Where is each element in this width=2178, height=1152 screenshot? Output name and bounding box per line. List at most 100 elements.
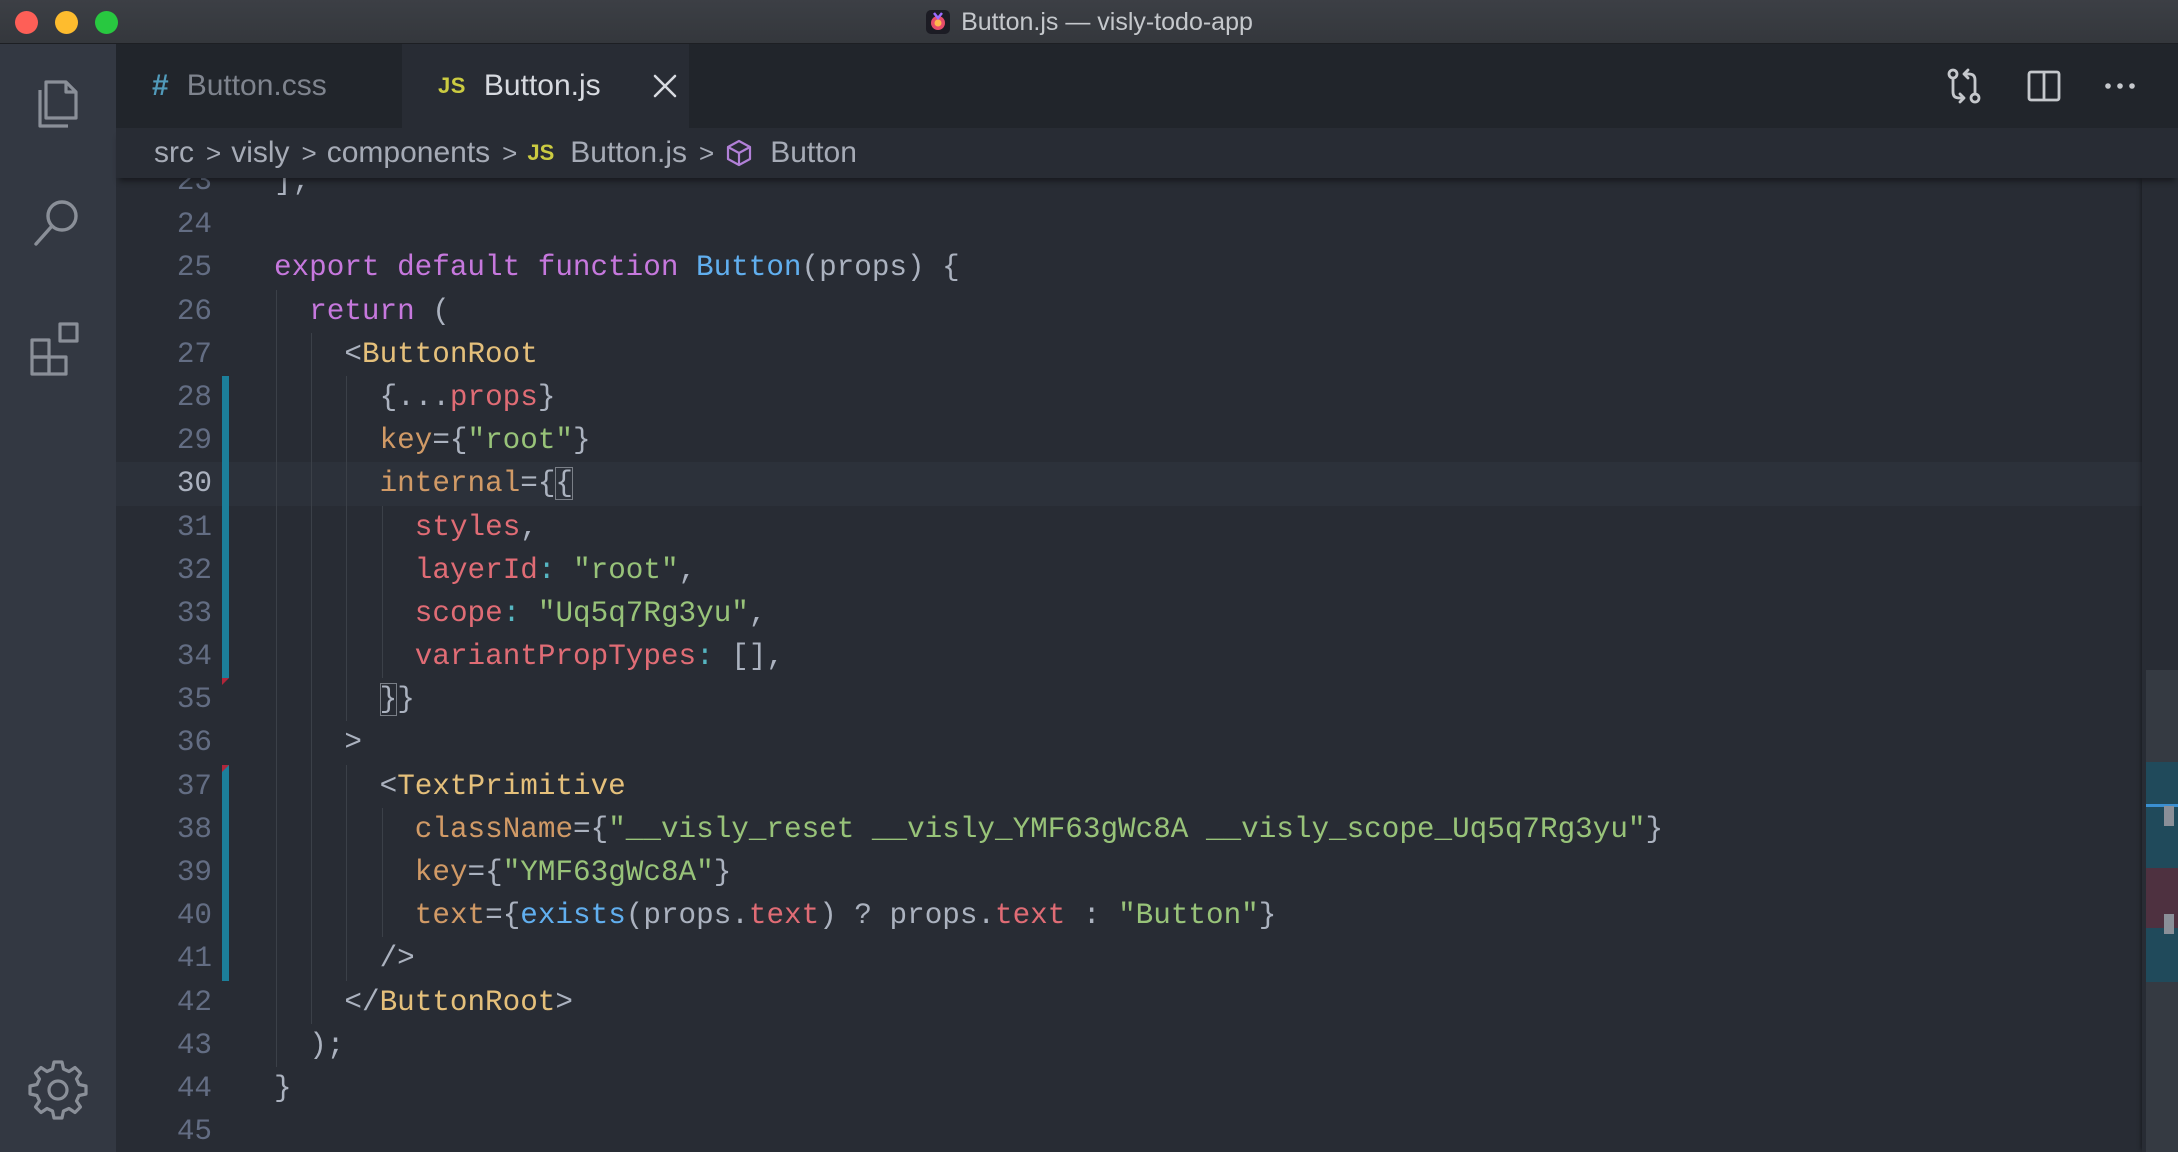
breadcrumb-item-symbol[interactable]: Button [770,136,857,170]
code-token: ={ [432,424,468,458]
git-modified-marker[interactable] [222,591,229,636]
code-line[interactable]: 40 text={exists(props.text) ? props.text … [116,894,2142,938]
line-number: 34 [176,640,212,674]
tab-button-js[interactable]: JS Button.js [402,44,689,128]
window-title: Button.js — visly-todo-app [961,7,1253,36]
code-token: "Uq5q7Rg3yu" [537,596,749,630]
breadcrumb-item-components[interactable]: components [327,136,490,170]
code-text: className={"__visly_reset __visly_YMF63g… [415,808,1663,851]
code-line[interactable]: 38 className={"__visly_reset __visly_YMF6… [116,807,2142,851]
indent-guide [381,807,383,851]
code-line[interactable]: 29 key={"root"} [116,419,2142,463]
settings-gear-icon[interactable] [26,1056,90,1120]
git-modified-marker[interactable] [222,851,229,895]
code-line[interactable]: 39 key={"YMF63gWc8A"} [116,851,2142,895]
code-line[interactable]: 41 /> [116,937,2142,981]
code-text: scope: "Uq5q7Rg3yu", [415,592,767,635]
indent-guide [346,591,348,636]
git-modified-marker[interactable] [222,807,229,851]
chevron-right-icon: > [206,137,222,168]
code-token: ={ [485,899,521,933]
code-line[interactable]: 24 [116,203,2142,246]
code-text: } [274,1067,292,1110]
code-token: export [274,251,380,285]
code-line[interactable]: 44} [116,1067,2142,1110]
git-modified-marker[interactable] [222,375,229,420]
indent-guide [276,721,277,765]
code-line[interactable]: 45 [116,1110,2142,1152]
code-token: : [537,553,556,587]
code-line[interactable]: 23]; [116,178,2142,203]
code-token: </ [344,985,380,1019]
code-line[interactable]: 27 <ButtonRoot [116,332,2142,376]
code-line[interactable]: 35}} [116,678,2142,722]
indent-guide [381,635,383,679]
code-token: < [379,769,398,803]
editor-vertical-scrollbar[interactable] [2142,178,2178,1152]
code-line[interactable]: 25 export default function Button(props) … [116,246,2142,289]
code-line[interactable]: 32 layerId: "root", [116,548,2142,592]
code-text: ); [309,1024,344,1067]
breadcrumb-item-file[interactable]: Button.js [570,136,687,170]
code-line[interactable]: 37 <TextPrimitive [116,764,2142,808]
code-token: , [520,510,538,544]
indent-guide [311,894,313,938]
indent-guide [346,764,348,808]
code-line[interactable]: 33 scope: "Uq5q7Rg3yu", [116,591,2142,636]
split-editor-icon[interactable] [2022,64,2066,108]
code-line[interactable]: 28 {...props} [116,375,2142,420]
git-modified-marker[interactable] [222,635,229,679]
activity-bar [0,44,116,1152]
line-number: 42 [176,985,212,1019]
line-number: 23 [176,178,212,198]
breadcrumb-item-src[interactable]: src [154,136,194,170]
indent-guide [346,937,348,981]
code-line[interactable]: 36 > [116,721,2142,765]
line-number: 32 [176,553,212,587]
git-deleted-marker[interactable] [222,678,229,686]
code-token: } [274,1071,292,1105]
tab-button-css[interactable]: # Button.css [116,44,402,128]
code-token: scope [414,596,503,630]
line-number: 41 [176,942,212,976]
code-line[interactable]: 31 styles, [116,505,2142,549]
code-token: (props) { [801,251,960,285]
code-text: export default function Button(props) { [274,246,960,289]
extensions-icon[interactable] [26,316,90,380]
indent-guide [276,807,277,851]
indent-guide [311,764,313,808]
git-deleted-marker[interactable] [222,764,229,772]
breadcrumb-item-visly[interactable]: visly [231,136,289,170]
code-line[interactable]: 42 </ButtonRoot> [116,980,2142,1024]
code-token: "root" [573,553,679,587]
line-number: 43 [176,1028,212,1062]
more-actions-icon[interactable] [2098,64,2142,108]
files-icon[interactable] [26,70,90,134]
indent-guide [346,894,348,938]
css-file-icon: # [152,69,169,102]
code-line[interactable]: 43); [116,1023,2142,1067]
line-number: 30 [176,467,212,501]
indent-guide [276,548,277,592]
search-icon[interactable] [26,192,90,256]
git-modified-marker[interactable] [222,419,229,463]
line-number: 28 [176,380,212,414]
git-modified-marker[interactable] [222,937,229,981]
code-line[interactable]: 30 internal={{ [116,462,2142,506]
code-token: ) ? props. [819,899,996,933]
code-line[interactable]: 34 variantPropTypes: [], [116,635,2142,679]
code-token: } [713,856,732,889]
code-token: "__visly_reset __visly_YMF63gWc8A __visl… [608,812,1646,846]
git-modified-marker[interactable] [222,462,229,506]
git-modified-marker[interactable] [222,548,229,592]
code-token: } [1645,812,1664,846]
code-line[interactable]: 26 return ( [116,289,2142,333]
git-modified-marker[interactable] [222,505,229,549]
code-editor[interactable]: 23]; 24 25 export default function Button(p… [116,178,2142,1152]
code-token: } [573,424,591,458]
close-icon[interactable] [650,68,680,104]
git-modified-marker[interactable] [222,894,229,938]
source-control-compare-icon[interactable] [1942,64,1986,108]
